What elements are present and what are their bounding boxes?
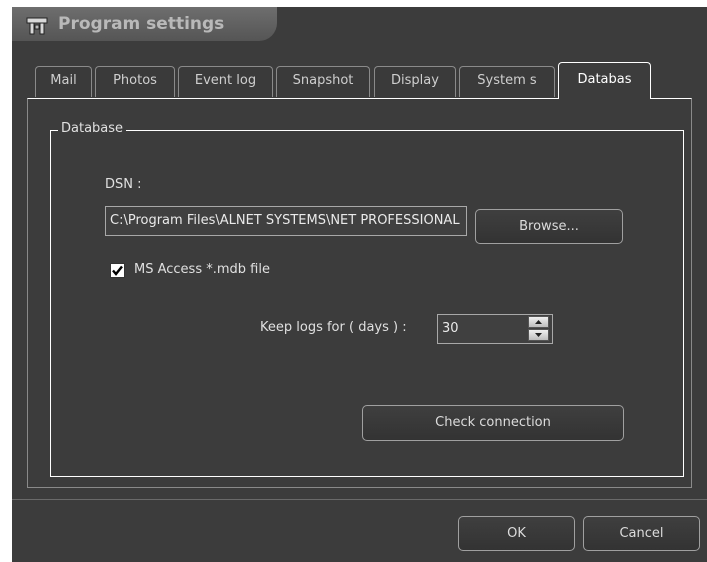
- dsn-input[interactable]: C:\Program Files\ALNET SYSTEMS\NET PROFE…: [105, 206, 467, 236]
- footer-separator: [12, 499, 707, 500]
- checkmark-icon: [112, 265, 123, 276]
- keep-logs-value: 30: [442, 321, 459, 336]
- keep-logs-spinbox[interactable]: 30: [437, 314, 553, 344]
- tab-system[interactable]: System s: [459, 66, 555, 97]
- title-bar: Program settings: [12, 7, 707, 43]
- arrow-up-icon: [535, 320, 542, 324]
- spin-down-button[interactable]: [528, 329, 549, 341]
- ms-access-checkbox[interactable]: [110, 263, 125, 278]
- projector-settings-icon: [26, 17, 48, 35]
- tab-event-log[interactable]: Event log: [178, 66, 273, 97]
- ok-button[interactable]: OK: [458, 516, 575, 551]
- browse-button[interactable]: Browse...: [475, 209, 623, 244]
- arrow-down-icon: [535, 333, 542, 337]
- tab-photos[interactable]: Photos: [95, 66, 175, 97]
- cancel-button[interactable]: Cancel: [583, 516, 700, 551]
- tab-display[interactable]: Display: [374, 66, 456, 97]
- ms-access-label: MS Access *.mdb file: [134, 262, 270, 277]
- spin-up-button[interactable]: [528, 316, 549, 328]
- database-group-title: Database: [58, 121, 127, 136]
- dsn-label: DSN :: [105, 177, 142, 192]
- tab-mail[interactable]: Mail: [35, 66, 92, 97]
- tab-snapshot[interactable]: Snapshot: [276, 66, 370, 97]
- check-connection-button[interactable]: Check connection: [362, 405, 624, 441]
- keep-logs-label: Keep logs for ( days ) :: [260, 320, 407, 335]
- tab-database[interactable]: Databas: [558, 62, 651, 99]
- window-title: Program settings: [58, 14, 225, 34]
